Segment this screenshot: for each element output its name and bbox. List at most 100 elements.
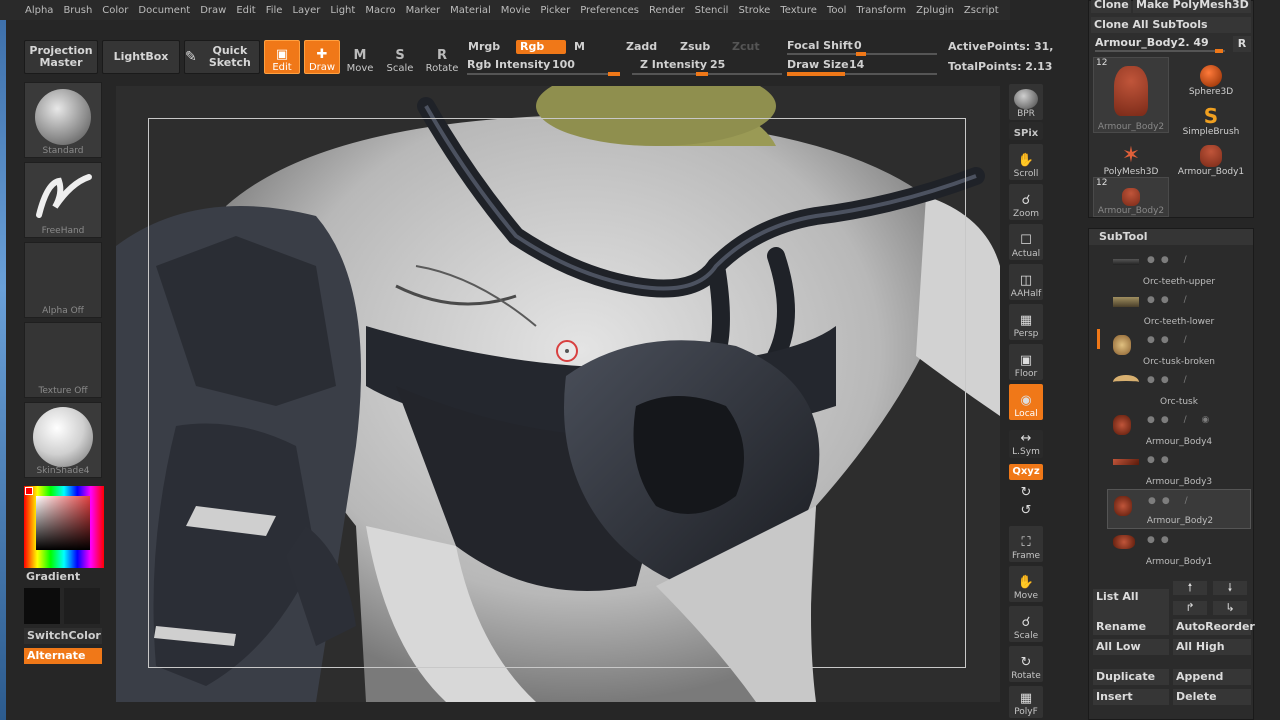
edit-button[interactable]: ▣ Edit (264, 40, 300, 74)
actual-button[interactable]: ☐ Actual (1009, 224, 1043, 260)
move-button[interactable]: M Move (342, 40, 378, 75)
menu-transform[interactable]: Transform (851, 5, 911, 16)
canvas-viewport[interactable] (116, 86, 1000, 702)
menu-zplugin[interactable]: Zplugin (911, 5, 959, 16)
subtool-item[interactable]: ●● Armour_Body1 (1107, 529, 1251, 569)
menu-movie[interactable]: Movie (496, 5, 536, 16)
menu-texture[interactable]: Texture (775, 5, 822, 16)
current-tool-slider[interactable]: Armour_Body2. 49 (1091, 36, 1231, 53)
move-down-button[interactable]: 🠗 (1213, 581, 1247, 595)
menu-stencil[interactable]: Stencil (690, 5, 734, 16)
insert-button[interactable]: Insert (1093, 689, 1169, 705)
subtool-visibility-toggles[interactable]: ●● ∕ (1147, 295, 1193, 305)
rgb-intensity-value[interactable]: 100 (552, 58, 575, 71)
clone-all-subtools-button[interactable]: Clone All SubTools (1091, 17, 1251, 33)
menu-material[interactable]: Material (445, 5, 496, 16)
menu-marker[interactable]: Marker (401, 5, 446, 16)
menu-stroke[interactable]: Stroke (733, 5, 775, 16)
quick-sketch-button[interactable]: ✎ Quick Sketch (184, 40, 260, 74)
rename-button[interactable]: Rename (1093, 619, 1169, 635)
zsub-toggle[interactable]: Zsub (676, 40, 714, 54)
tool-thumb-polymesh3d[interactable]: ✶ PolyMesh3D (1093, 137, 1169, 178)
local-button[interactable]: ◉ Local (1009, 384, 1043, 420)
subtool-item[interactable]: ●● ∕ ◉ Armour_Body4 (1107, 409, 1251, 449)
draw-button[interactable]: ✚ Draw (304, 40, 340, 74)
subtool-visibility-toggles[interactable]: ●● ∕ (1148, 496, 1194, 506)
menu-brush[interactable]: Brush (58, 5, 97, 16)
rotate-button[interactable]: R Rotate (424, 40, 460, 75)
gradient-label[interactable]: Gradient (26, 570, 80, 583)
delete-button[interactable]: Delete (1173, 689, 1251, 705)
subtool-item[interactable]: ●● ∕ Orc-teeth-lower (1107, 289, 1251, 329)
menu-zscript[interactable]: Zscript (959, 5, 1004, 16)
subtool-item-selected[interactable]: ●● ∕ Armour_Body2 (1107, 489, 1251, 529)
menu-document[interactable]: Document (133, 5, 195, 16)
menu-light[interactable]: Light (325, 5, 360, 16)
switch-color-button[interactable]: SwitchColor (24, 628, 102, 644)
focal-shift-value[interactable]: 0 (854, 39, 862, 52)
tool-thumb-armour-body2[interactable]: 12 Armour_Body2 (1093, 57, 1169, 133)
z-intensity-handle[interactable] (696, 72, 708, 76)
zcut-toggle[interactable]: Zcut (728, 40, 764, 54)
menu-draw[interactable]: Draw (195, 5, 231, 16)
rotate-y-button[interactable]: ↻ (1009, 484, 1043, 502)
color-picker[interactable] (24, 486, 104, 568)
lightbox-button[interactable]: LightBox (102, 40, 180, 74)
z-intensity-value[interactable]: 25 (710, 58, 725, 71)
rgb-intensity-slider[interactable] (467, 73, 617, 75)
r-button[interactable]: R (1233, 36, 1251, 52)
rotate-view-button[interactable]: ↻ Rotate (1009, 646, 1043, 682)
m-toggle[interactable]: M (570, 40, 589, 54)
select-down-button[interactable]: ↳ (1213, 601, 1247, 615)
rgb-intensity-handle[interactable] (608, 72, 620, 76)
subtool-header[interactable]: SubTool (1089, 229, 1253, 245)
rotate-z-button[interactable]: ↺ (1009, 502, 1043, 520)
bpr-button[interactable]: BPR (1009, 84, 1043, 120)
tool-thumb-armour-body2-b[interactable]: 12 Armour_Body2 (1093, 177, 1169, 217)
draw-size-value[interactable]: 14 (849, 58, 864, 71)
aahalf-button[interactable]: ◫ AAHalf (1009, 264, 1043, 300)
menu-color[interactable]: Color (97, 5, 133, 16)
stroke-selector[interactable]: FreeHand (24, 162, 102, 238)
menu-render[interactable]: Render (644, 5, 690, 16)
primary-color-swatch[interactable] (24, 588, 60, 624)
alternate-button[interactable]: Alternate (24, 648, 102, 664)
color-picker-inner-square[interactable] (36, 496, 90, 550)
menu-layer[interactable]: Layer (287, 5, 325, 16)
frame-button[interactable]: ⛶ Frame (1009, 526, 1043, 562)
persp-button[interactable]: ▦ Persp (1009, 304, 1043, 340)
secondary-color-swatch[interactable] (64, 588, 100, 624)
clone-button[interactable]: Clone (1091, 0, 1131, 13)
move-up-button[interactable]: 🠕 (1173, 581, 1207, 595)
subtool-visibility-toggles[interactable]: ●● ∕ (1147, 255, 1193, 265)
make-polymesh-button[interactable]: Make PolyMesh3D (1133, 0, 1251, 13)
zadd-toggle[interactable]: Zadd (622, 40, 661, 54)
xyz-button[interactable]: Qxyz (1009, 464, 1043, 480)
autoreorder-button[interactable]: AutoReorder (1173, 619, 1255, 635)
projection-master-button[interactable]: Projection Master (24, 40, 98, 74)
move-view-button[interactable]: ✋ Move (1009, 566, 1043, 602)
rgb-toggle[interactable]: Rgb (516, 40, 566, 54)
subtool-visibility-toggles[interactable]: ●● (1147, 535, 1175, 545)
subtool-item[interactable]: ●● Armour_Body3 (1107, 449, 1251, 489)
texture-selector[interactable]: Texture Off (24, 322, 102, 398)
brush-selector[interactable]: Standard (24, 82, 102, 158)
menu-tool[interactable]: Tool (822, 5, 851, 16)
subtool-item[interactable]: ●● ∕ Orc-teeth-upper (1107, 249, 1251, 289)
alpha-selector[interactable]: Alpha Off (24, 242, 102, 318)
duplicate-button[interactable]: Duplicate (1093, 669, 1169, 685)
menu-edit[interactable]: Edit (231, 5, 260, 16)
subtool-visibility-toggles[interactable]: ●● ∕ (1147, 375, 1193, 385)
scale-view-button[interactable]: ☌ Scale (1009, 606, 1043, 642)
menu-alpha[interactable]: Alpha (20, 5, 58, 16)
menu-picker[interactable]: Picker (535, 5, 575, 16)
subtool-visibility-toggles[interactable]: ●● ∕ (1147, 335, 1193, 345)
subtool-scrollbar-marker[interactable] (1097, 329, 1100, 349)
menu-file[interactable]: File (261, 5, 288, 16)
menu-macro[interactable]: Macro (360, 5, 400, 16)
append-button[interactable]: Append (1173, 669, 1251, 685)
mrgb-toggle[interactable]: Mrgb (464, 40, 504, 54)
subtool-item[interactable]: ●● ∕ Orc-tusk-broken (1107, 329, 1251, 369)
tool-thumb-sphere3d[interactable]: Sphere3D (1173, 57, 1249, 97)
spix-control[interactable]: SPix (1009, 122, 1043, 140)
